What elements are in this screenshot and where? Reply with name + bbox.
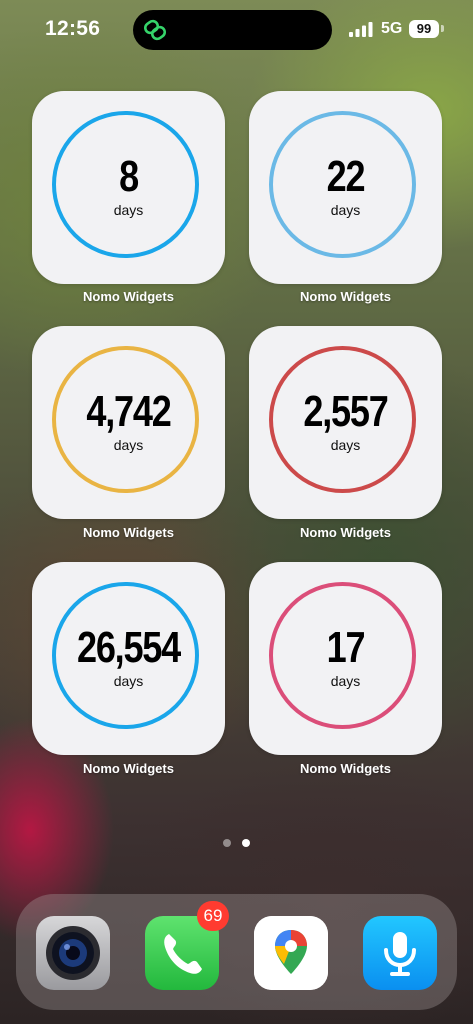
day-unit: days (330, 437, 361, 453)
cellular-signal-icon (349, 22, 373, 37)
widget-3[interactable]: 4,742 days (32, 326, 225, 519)
microphone-icon (384, 932, 416, 976)
day-count: 22 (326, 152, 366, 201)
dynamic-island[interactable] (133, 10, 332, 50)
widget-label: Nomo Widgets (300, 761, 391, 776)
widget-6[interactable]: 17 days (249, 562, 442, 755)
widget-5[interactable]: 26,554 days (32, 562, 225, 755)
maps-icon (254, 916, 328, 990)
camera-app[interactable] (36, 916, 110, 990)
day-count: 26,554 (77, 623, 181, 672)
status-time: 12:56 (45, 17, 101, 40)
battery-level: 99 (416, 21, 432, 36)
voice-memos-app[interactable] (363, 916, 437, 990)
widget-4[interactable]: 2,557 days (249, 326, 442, 519)
widget-1[interactable]: 8 days (32, 91, 225, 284)
link-icon (143, 19, 167, 41)
page-dot-1[interactable] (223, 839, 231, 847)
phone-notification-badge: 69 (197, 901, 229, 931)
day-count: 8 (119, 152, 139, 201)
network-type: 5G (381, 20, 403, 37)
day-count: 2,557 (303, 387, 388, 436)
camera-icon (46, 926, 100, 980)
day-unit: days (113, 437, 144, 453)
battery-icon: 99 (409, 20, 439, 38)
day-unit: days (113, 673, 144, 689)
day-unit: days (113, 202, 144, 218)
maps-app[interactable] (254, 916, 328, 990)
widget-label: Nomo Widgets (83, 289, 174, 304)
widget-label: Nomo Widgets (300, 289, 391, 304)
page-dot-2[interactable] (242, 839, 250, 847)
widget-label: Nomo Widgets (83, 525, 174, 540)
widget-label: Nomo Widgets (300, 525, 391, 540)
battery-tip (441, 25, 444, 32)
widget-2[interactable]: 22 days (249, 91, 442, 284)
day-count: 17 (326, 623, 366, 672)
status-bar: 12:56 5G 99 (0, 0, 473, 60)
day-unit: days (330, 673, 361, 689)
widget-label: Nomo Widgets (83, 761, 174, 776)
day-count: 4,742 (86, 387, 171, 436)
day-unit: days (330, 202, 361, 218)
